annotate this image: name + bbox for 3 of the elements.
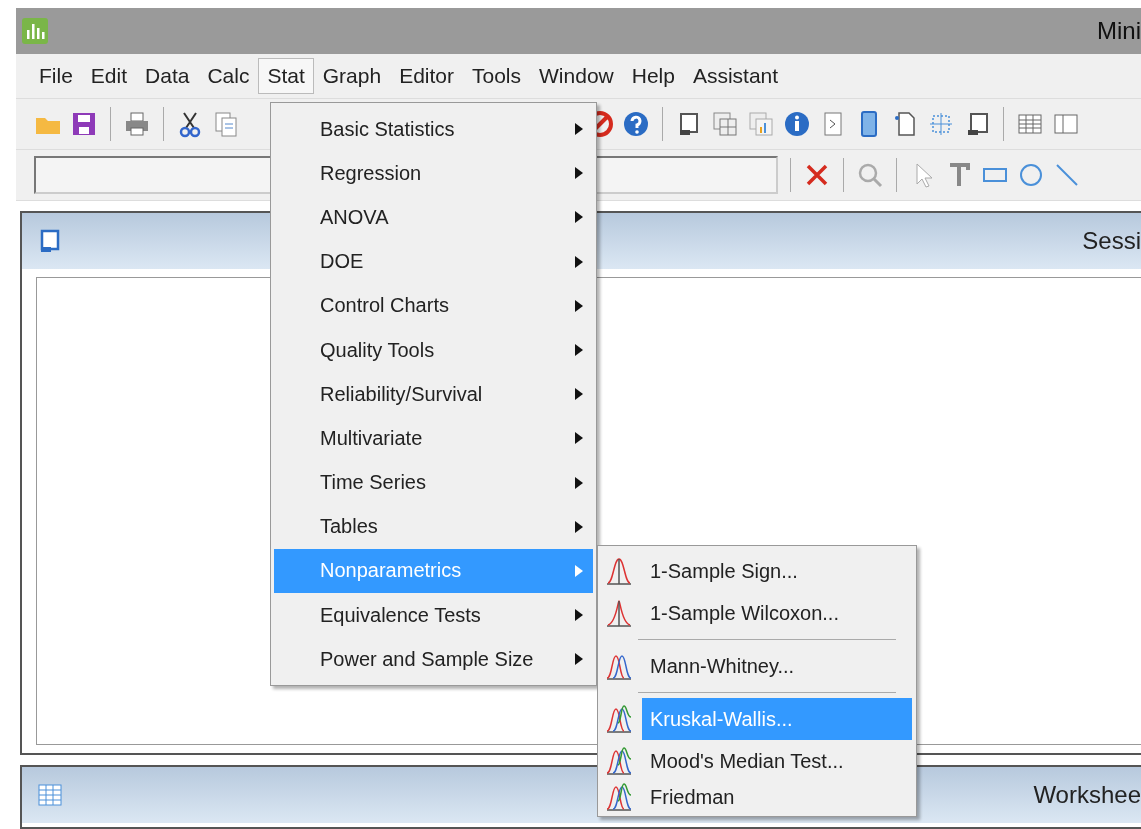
pane-title: Sessi xyxy=(1082,227,1141,255)
pane-title: Workshee xyxy=(1033,781,1141,809)
window-title: Mini xyxy=(1097,17,1141,45)
